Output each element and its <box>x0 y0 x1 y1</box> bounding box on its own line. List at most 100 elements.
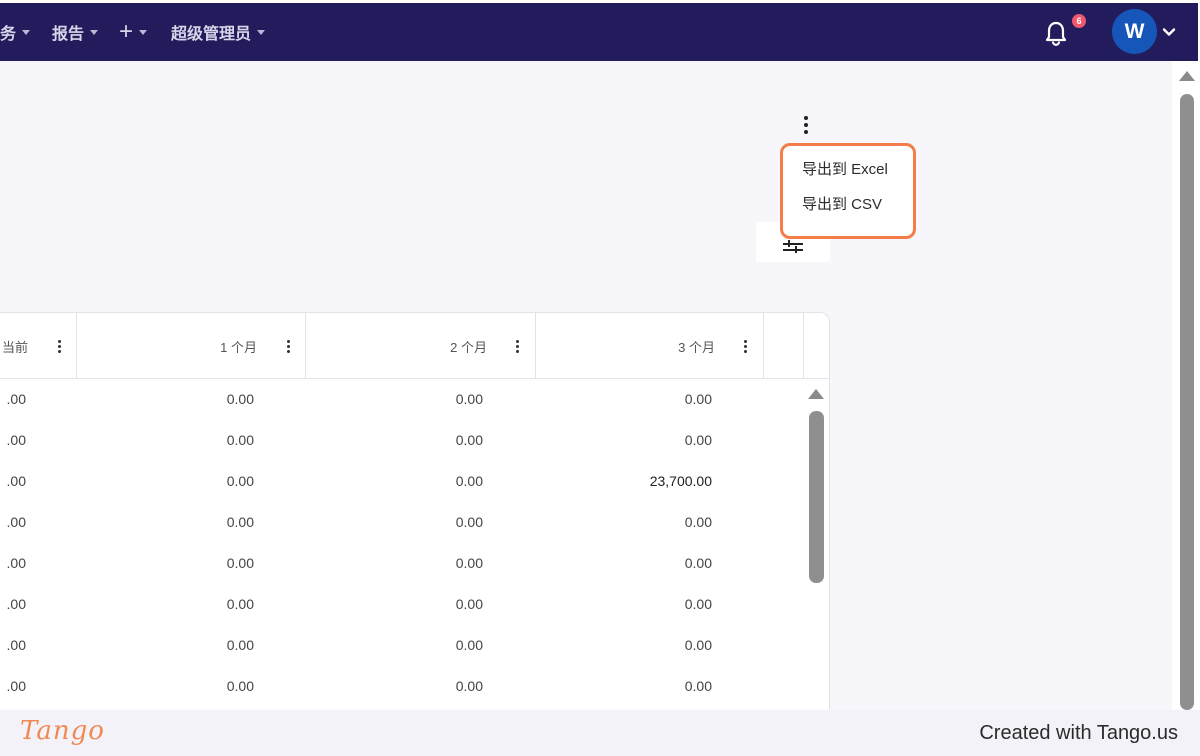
table-row[interactable]: .00 0.00 0.00 0.00 <box>0 666 803 707</box>
table-row[interactable]: .00 0.00 0.00 0.00 <box>0 502 803 543</box>
cell-current: .00 <box>6 391 26 407</box>
table-row[interactable]: .00 0.00 0.00 0.00 <box>0 420 803 461</box>
column-menu-dot <box>57 340 61 343</box>
cell-3-months: 0.00 <box>684 637 712 653</box>
nav-menu-add[interactable]: + <box>119 3 148 61</box>
column-menu-dot <box>57 350 61 353</box>
bell-icon <box>1045 21 1067 46</box>
column-menu-dot <box>57 345 61 348</box>
caret-down-icon <box>90 29 99 35</box>
scroll-up-arrow-icon[interactable] <box>1179 71 1195 81</box>
column-menu-dot <box>515 345 519 348</box>
column-menu-dot <box>743 350 747 353</box>
column-menu-dot <box>743 345 747 348</box>
column-menu-button[interactable] <box>285 340 291 353</box>
export-dropdown-menu: 导出到 Excel 导出到 CSV <box>780 143 916 239</box>
notification-count-badge: 6 <box>1070 12 1088 30</box>
nav-menu-tasks-label: 务 <box>0 26 17 43</box>
column-header-3-months[interactable]: 3 个月 <box>536 313 764 379</box>
table-scrollbar[interactable] <box>803 379 829 731</box>
caret-down-icon <box>22 29 31 35</box>
cell-3-months: 0.00 <box>684 391 712 407</box>
cell-current: .00 <box>6 596 26 612</box>
column-header-current[interactable]: 当前 <box>0 313 77 379</box>
cell-current: .00 <box>6 432 26 448</box>
cell-1-month: 0.00 <box>226 391 254 407</box>
cell-2-months: 0.00 <box>455 514 483 530</box>
cell-1-month: 0.00 <box>226 514 254 530</box>
account-menu-chevron[interactable] <box>1162 25 1176 39</box>
cell-1-month: 0.00 <box>226 555 254 571</box>
cell-3-months: 0.00 <box>684 432 712 448</box>
cell-3-months: 0.00 <box>684 514 712 530</box>
cell-current: .00 <box>6 637 26 653</box>
table-row[interactable]: .00 0.00 0.00 0.00 <box>0 584 803 625</box>
export-to-excel-option[interactable]: 导出到 Excel <box>783 152 913 187</box>
column-menu-dot <box>515 350 519 353</box>
table-row[interactable]: .00 0.00 0.00 23,700.00 <box>0 461 803 502</box>
column-header-1-month[interactable]: 1 个月 <box>77 313 306 379</box>
top-navbar: 务 报告 + 超级管理员 6 W <box>0 3 1198 61</box>
more-options-dot <box>804 123 808 127</box>
table-row[interactable]: .00 0.00 0.00 0.00 <box>0 543 803 584</box>
cell-2-months: 0.00 <box>455 596 483 612</box>
nav-menu-reports-label: 报告 <box>52 26 85 43</box>
more-options-button[interactable] <box>798 114 814 136</box>
cell-2-months: 0.00 <box>455 391 483 407</box>
column-header-label: 1 个月 <box>220 339 257 355</box>
caret-down-icon <box>257 29 266 35</box>
cell-1-month: 0.00 <box>226 473 254 489</box>
more-options-dot <box>804 116 808 120</box>
column-menu-button[interactable] <box>56 340 62 353</box>
column-menu-dot <box>515 340 519 343</box>
column-header-label: 3 个月 <box>678 339 715 355</box>
scroll-up-arrow-icon[interactable] <box>808 389 824 399</box>
table-row[interactable]: .00 0.00 0.00 0.00 <box>0 625 803 666</box>
cell-current: .00 <box>6 678 26 694</box>
cell-2-months: 0.00 <box>455 678 483 694</box>
caret-down-icon <box>139 29 148 35</box>
cell-2-months: 0.00 <box>455 555 483 571</box>
table-scrollbar-thumb[interactable] <box>809 411 824 583</box>
cell-3-months: 0.00 <box>684 596 712 612</box>
export-to-csv-option[interactable]: 导出到 CSV <box>783 187 913 222</box>
column-header-label: 当前 <box>1 339 28 355</box>
tango-logo: Tango <box>20 716 105 746</box>
cell-1-month: 0.00 <box>226 596 254 612</box>
cell-2-months: 0.00 <box>455 473 483 489</box>
column-menu-button[interactable] <box>742 340 748 353</box>
nav-menu-super-admin[interactable]: 超级管理员 <box>171 3 266 61</box>
page-scrollbar-thumb[interactable] <box>1180 94 1194 710</box>
cell-3-months: 0.00 <box>684 678 712 694</box>
aging-table: 当前 1 个月 2 个月 3 个月 .00 0.00 0.00 0.00 .00… <box>0 312 830 732</box>
cell-2-months: 0.00 <box>455 637 483 653</box>
cell-current: .00 <box>6 555 26 571</box>
created-with-text: Created with Tango.us <box>979 722 1178 744</box>
table-header: 当前 1 个月 2 个月 3 个月 <box>0 313 829 379</box>
cell-1-month: 0.00 <box>226 678 254 694</box>
plus-icon: + <box>119 18 134 45</box>
nav-menu-tasks[interactable]: 务 <box>0 3 31 61</box>
nav-menu-super-admin-label: 超级管理员 <box>171 26 252 43</box>
column-header-extra <box>764 313 804 379</box>
tango-footer: Tango Created with Tango.us <box>0 710 1200 756</box>
column-header-label: 2 个月 <box>450 339 487 355</box>
chevron-down-icon <box>1162 28 1176 36</box>
screen: 务 报告 + 超级管理员 6 W 导出到 Excel 导出到 CSV 当前 1 … <box>0 0 1200 756</box>
cell-current: .00 <box>6 473 26 489</box>
page-scrollbar[interactable] <box>1174 61 1200 710</box>
nav-menu-reports[interactable]: 报告 <box>52 3 99 61</box>
more-options-dot <box>804 130 808 134</box>
column-menu-dot <box>286 340 290 343</box>
table-row[interactable]: .00 0.00 0.00 0.00 <box>0 379 803 420</box>
cell-2-months: 0.00 <box>455 432 483 448</box>
cell-1-month: 0.00 <box>226 637 254 653</box>
column-header-2-months[interactable]: 2 个月 <box>306 313 536 379</box>
cell-3-months: 23,700.00 <box>649 473 712 489</box>
column-menu-dot <box>286 350 290 353</box>
cell-1-month: 0.00 <box>226 432 254 448</box>
user-avatar[interactable]: W <box>1112 9 1157 54</box>
column-menu-button[interactable] <box>514 340 520 353</box>
notification-bell-button[interactable] <box>1040 17 1072 49</box>
cell-current: .00 <box>6 514 26 530</box>
